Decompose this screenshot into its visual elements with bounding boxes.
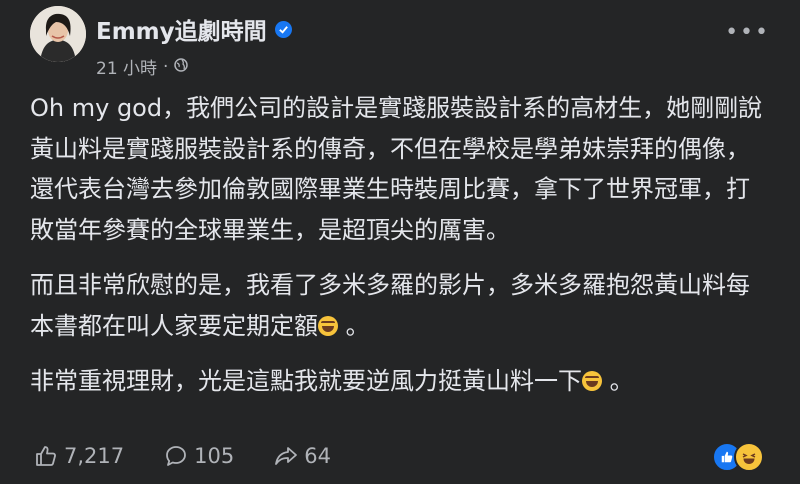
paragraph-text: 而且非常欣慰的是，我看了多米多羅的影片，多米多羅抱怨黃山料每本書都在叫人家要定期…	[30, 271, 750, 340]
post-paragraph-1: Oh my god，我們公司的設計是實踐服裝設計系的高材生，她剛剛說黃山料是實踐…	[30, 94, 763, 244]
post-time[interactable]: 21 小時	[96, 54, 157, 79]
laughing-emoji-icon	[318, 315, 338, 336]
haha-reaction-icon	[734, 442, 764, 472]
paragraph-text: 非常重視理財，光是這點我就要逆風力挺黃山料一下	[30, 367, 582, 395]
post-paragraph-3: 非常重視理財，光是這點我就要逆風力挺黃山料一下 。	[30, 361, 770, 402]
paragraph-end: 。	[609, 367, 634, 395]
more-options-icon[interactable]: •••	[725, 22, 770, 44]
share-count: 64	[304, 444, 331, 468]
laughing-emoji-icon	[582, 371, 602, 391]
post-header: Emmy追劇時間 21 小時 · •••	[30, 6, 770, 86]
paragraph-end: 。	[345, 311, 370, 340]
meta-separator: ·	[163, 56, 169, 77]
comment-icon	[166, 446, 187, 466]
share-icon	[275, 447, 298, 465]
verified-badge-icon	[274, 20, 292, 38]
avatar[interactable]	[30, 6, 86, 62]
comment-button[interactable]: 105	[164, 444, 234, 468]
reaction-summary[interactable]	[712, 442, 764, 472]
post-paragraph-2: 而且非常欣慰的是，我看了多米多羅的影片，多米多羅抱怨黃山料每本書都在叫人家要定期…	[30, 265, 770, 346]
post-meta: 21 小時 ·	[96, 54, 189, 79]
share-button[interactable]: 64	[274, 444, 331, 468]
globe-icon	[174, 57, 189, 77]
author-name-text[interactable]: Emmy追劇時間	[96, 12, 267, 46]
like-button[interactable]: 7,217	[34, 444, 124, 468]
like-icon	[36, 446, 56, 466]
comment-count: 105	[194, 444, 235, 468]
like-count: 7,217	[64, 444, 125, 468]
post-actions: 7,217 105 64	[34, 438, 770, 474]
post-body: Oh my god，我們公司的設計是實踐服裝設計系的高材生，她剛剛說黃山料是實踐…	[30, 88, 770, 417]
author-name[interactable]: Emmy追劇時間	[96, 12, 292, 46]
